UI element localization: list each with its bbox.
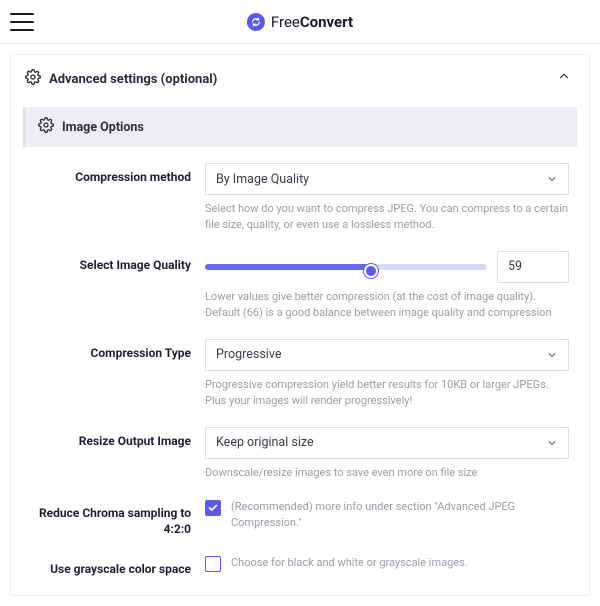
brand-name-bold: Convert xyxy=(300,13,353,31)
reduce-chroma-hint: (Recommended) more info under section "A… xyxy=(231,499,569,531)
grayscale-checkbox[interactable] xyxy=(205,556,221,572)
resize-output-value: Keep original size xyxy=(216,435,314,450)
chevron-up-icon xyxy=(557,69,571,87)
reduce-chroma-label: Reduce Chroma sampling to 4:2:0 xyxy=(31,505,191,537)
chevron-down-icon xyxy=(546,349,558,365)
brand-name-light: Free xyxy=(271,13,300,31)
resize-output-select[interactable]: Keep original size xyxy=(205,427,569,459)
resize-output-row: Resize Output Image Keep original size D… xyxy=(31,427,569,481)
image-quality-slider[interactable] xyxy=(205,251,487,283)
compression-method-value: By Image Quality xyxy=(216,172,309,187)
settings-card: Advanced settings (optional) Image Optio… xyxy=(10,54,590,596)
reduce-chroma-row: Reduce Chroma sampling to 4:2:0 (Recomme… xyxy=(31,499,569,537)
image-quality-input[interactable]: 59 xyxy=(497,251,569,283)
chevron-down-icon xyxy=(546,173,558,189)
grayscale-row: Use grayscale color space Choose for bla… xyxy=(31,555,569,577)
compression-type-label: Compression Type xyxy=(31,345,191,361)
image-options-title: Image Options xyxy=(62,120,144,135)
advanced-settings-header[interactable]: Advanced settings (optional) xyxy=(11,55,589,99)
resize-output-label: Resize Output Image xyxy=(31,433,191,449)
reduce-chroma-checkbox[interactable] xyxy=(205,500,221,516)
hamburger-menu-icon[interactable] xyxy=(10,13,34,31)
top-bar: FreeConvert xyxy=(0,0,600,44)
brand-icon xyxy=(247,13,265,31)
slider-thumb[interactable] xyxy=(364,264,378,278)
compression-method-row: Compression method By Image Quality Sele… xyxy=(31,163,569,233)
chevron-down-icon xyxy=(546,437,558,453)
compression-type-row: Compression Type Progressive Progressive… xyxy=(31,339,569,409)
compression-type-select[interactable]: Progressive xyxy=(205,339,569,371)
image-options-subheader: Image Options xyxy=(23,107,577,147)
image-quality-hint: Lower values give better compression (at… xyxy=(205,289,569,321)
gear-icon xyxy=(38,117,54,137)
image-quality-row: Select Image Quality 59 Lower values giv… xyxy=(31,251,569,321)
compression-type-hint: Progressive compression yield better res… xyxy=(205,377,569,409)
grayscale-hint: Choose for black and white or grayscale … xyxy=(231,555,468,571)
grayscale-label: Use grayscale color space xyxy=(31,561,191,577)
resize-output-hint: Downscale/resize images to save even mor… xyxy=(205,465,569,481)
compression-method-label: Compression method xyxy=(31,169,191,185)
gear-icon xyxy=(25,69,41,89)
advanced-settings-title: Advanced settings (optional) xyxy=(49,72,217,87)
page-body: Advanced settings (optional) Image Optio… xyxy=(0,44,600,606)
brand-logo[interactable]: FreeConvert xyxy=(247,13,353,31)
image-quality-label: Select Image Quality xyxy=(31,257,191,273)
fields-area: Compression method By Image Quality Sele… xyxy=(11,157,589,577)
compression-type-value: Progressive xyxy=(216,347,281,362)
compression-method-hint: Select how do you want to compress JPEG.… xyxy=(205,201,569,233)
compression-method-select[interactable]: By Image Quality xyxy=(205,163,569,195)
